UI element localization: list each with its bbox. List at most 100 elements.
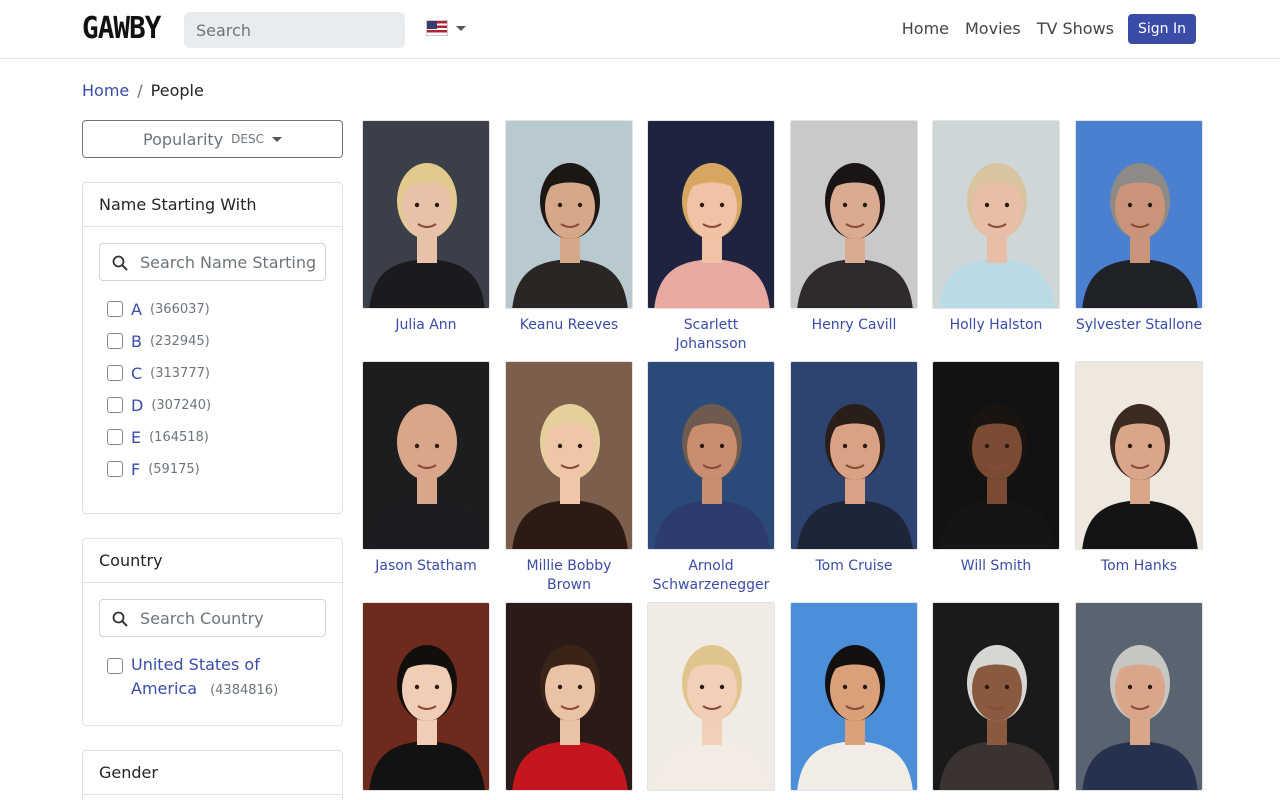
letter-checkbox[interactable] [107,461,123,477]
person-name[interactable]: Tom Cruise [790,557,918,576]
gender-filter-title: Gender [83,751,342,795]
letter-option[interactable]: C (313777) [99,357,326,389]
person-photo[interactable] [932,120,1060,309]
person-card[interactable]: Sylvester Stallone [1075,120,1203,335]
nav-link-movies[interactable]: Movies [957,13,1029,44]
person-card[interactable]: Keanu Reeves [505,120,633,335]
person-photo[interactable] [932,602,1060,791]
person-photo[interactable] [505,120,633,309]
sort-dropdown-button[interactable]: Popularity DESC [82,120,343,158]
person-photo[interactable] [790,120,918,309]
person-photo[interactable] [647,361,775,550]
person-name[interactable]: Jason Statham [362,557,490,576]
person-card[interactable]: Pierce Brosnan [1075,602,1203,800]
sign-in-button[interactable]: Sign In [1128,13,1196,44]
person-card[interactable]: Arnold Schwarzenegger [647,361,775,595]
letter-option[interactable]: D (307240) [99,389,326,421]
person-name[interactable]: Holly Halston [932,316,1060,335]
person-card[interactable]: Holly Halston [932,120,1060,335]
nav-link-tv-shows[interactable]: TV Shows [1029,13,1122,44]
letter-option[interactable]: A (366037) [99,293,326,325]
letter-option[interactable]: E (164518) [99,421,326,453]
person-card[interactable]: Will Smith [932,361,1060,576]
person-name[interactable]: Sylvester Stallone [1075,316,1203,335]
navbar: GAWBY Home Movies TV Shows Sign In [0,0,1280,59]
chevron-down-icon [456,25,466,31]
country-search-input[interactable] [100,600,325,636]
person-card[interactable]: Millie Bobby Brown [505,361,633,595]
person-card[interactable]: Jackie Chan [790,602,918,800]
search-input[interactable] [184,12,405,48]
name-filter-card: Name Starting With A (366037) B (232945) C (3… [82,182,343,514]
breadcrumb: Home / People [82,81,204,100]
person-card[interactable]: Alexandra Daddario [505,602,633,800]
person-card[interactable]: Tom Cruise [790,361,918,576]
letter-checkbox[interactable] [107,365,123,381]
person-photo[interactable] [362,120,490,309]
person-card[interactable]: Erin Moriarty [647,602,775,800]
letter-label[interactable]: E [131,428,141,447]
country-option[interactable]: United States of America (4384816) [99,653,326,703]
letter-label[interactable]: F [131,460,140,479]
person-name[interactable]: Julia Ann [362,316,490,335]
letter-count: (366037) [149,301,210,317]
letter-checkbox[interactable] [107,301,123,317]
country-checkbox[interactable] [107,658,123,674]
breadcrumb-current: People [150,81,204,100]
letter-checkbox[interactable] [107,333,123,349]
person-photo[interactable] [790,361,918,550]
country-search-box [99,599,326,637]
person-card[interactable]: Jason Statham [362,361,490,576]
person-name[interactable]: Tom Hanks [1075,557,1203,576]
letter-option[interactable]: B (232945) [99,325,326,357]
person-photo[interactable] [932,361,1060,550]
person-card[interactable]: Morgan Freeman [932,602,1060,800]
brand-logo[interactable]: GAWBY [82,11,161,46]
person-name[interactable]: Henry Cavill [790,316,918,335]
person-card[interactable]: Liu Yifei [362,602,490,800]
person-card[interactable]: Julia Ann [362,120,490,335]
person-photo[interactable] [1075,120,1203,309]
country-filter-card: Country United States of America (438481… [82,538,343,726]
letter-checkbox[interactable] [107,397,123,413]
letter-option[interactable]: F (59175) [99,453,326,485]
letter-count: (307240) [151,397,212,413]
nav-links: Home Movies TV Shows Sign In [894,13,1196,44]
person-photo[interactable] [647,120,775,309]
person-photo[interactable] [647,602,775,791]
person-photo[interactable] [505,361,633,550]
person-photo[interactable] [790,602,918,791]
letter-count: (164518) [149,429,209,445]
person-card[interactable]: Tom Hanks [1075,361,1203,576]
person-photo[interactable] [1075,602,1203,791]
country-count: (4384816) [210,683,279,698]
letter-label[interactable]: C [131,364,142,383]
person-photo[interactable] [505,602,633,791]
person-name[interactable]: Arnold Schwarzenegger [647,557,775,595]
letter-count: (232945) [149,333,210,349]
name-filter-title: Name Starting With [83,183,342,227]
person-photo[interactable] [362,361,490,550]
gender-filter-card: Gender [82,750,343,800]
letter-option[interactable]: G(190118) [99,485,326,487]
name-search-input[interactable] [100,244,325,280]
name-letter-list[interactable]: A (366037) B (232945) C (313777) D (307240) E (16… [99,293,326,487]
letter-label[interactable]: B [131,332,142,351]
letter-label[interactable]: D [131,396,143,415]
person-name[interactable]: Millie Bobby Brown [505,557,633,595]
country-filter-title: Country [83,539,342,583]
letter-checkbox[interactable] [107,429,123,445]
person-name[interactable]: Scarlett Johansson [647,316,775,354]
letter-count: (59175) [148,461,200,477]
person-card[interactable]: Henry Cavill [790,120,918,335]
person-name[interactable]: Keanu Reeves [505,316,633,335]
breadcrumb-home[interactable]: Home [82,81,129,100]
person-photo[interactable] [362,602,490,791]
person-card[interactable]: Scarlett Johansson [647,120,775,354]
search-icon [112,255,128,271]
person-photo[interactable] [1075,361,1203,550]
language-selector[interactable] [426,20,466,36]
nav-link-home[interactable]: Home [894,13,957,44]
letter-label[interactable]: A [131,300,142,319]
person-name[interactable]: Will Smith [932,557,1060,576]
